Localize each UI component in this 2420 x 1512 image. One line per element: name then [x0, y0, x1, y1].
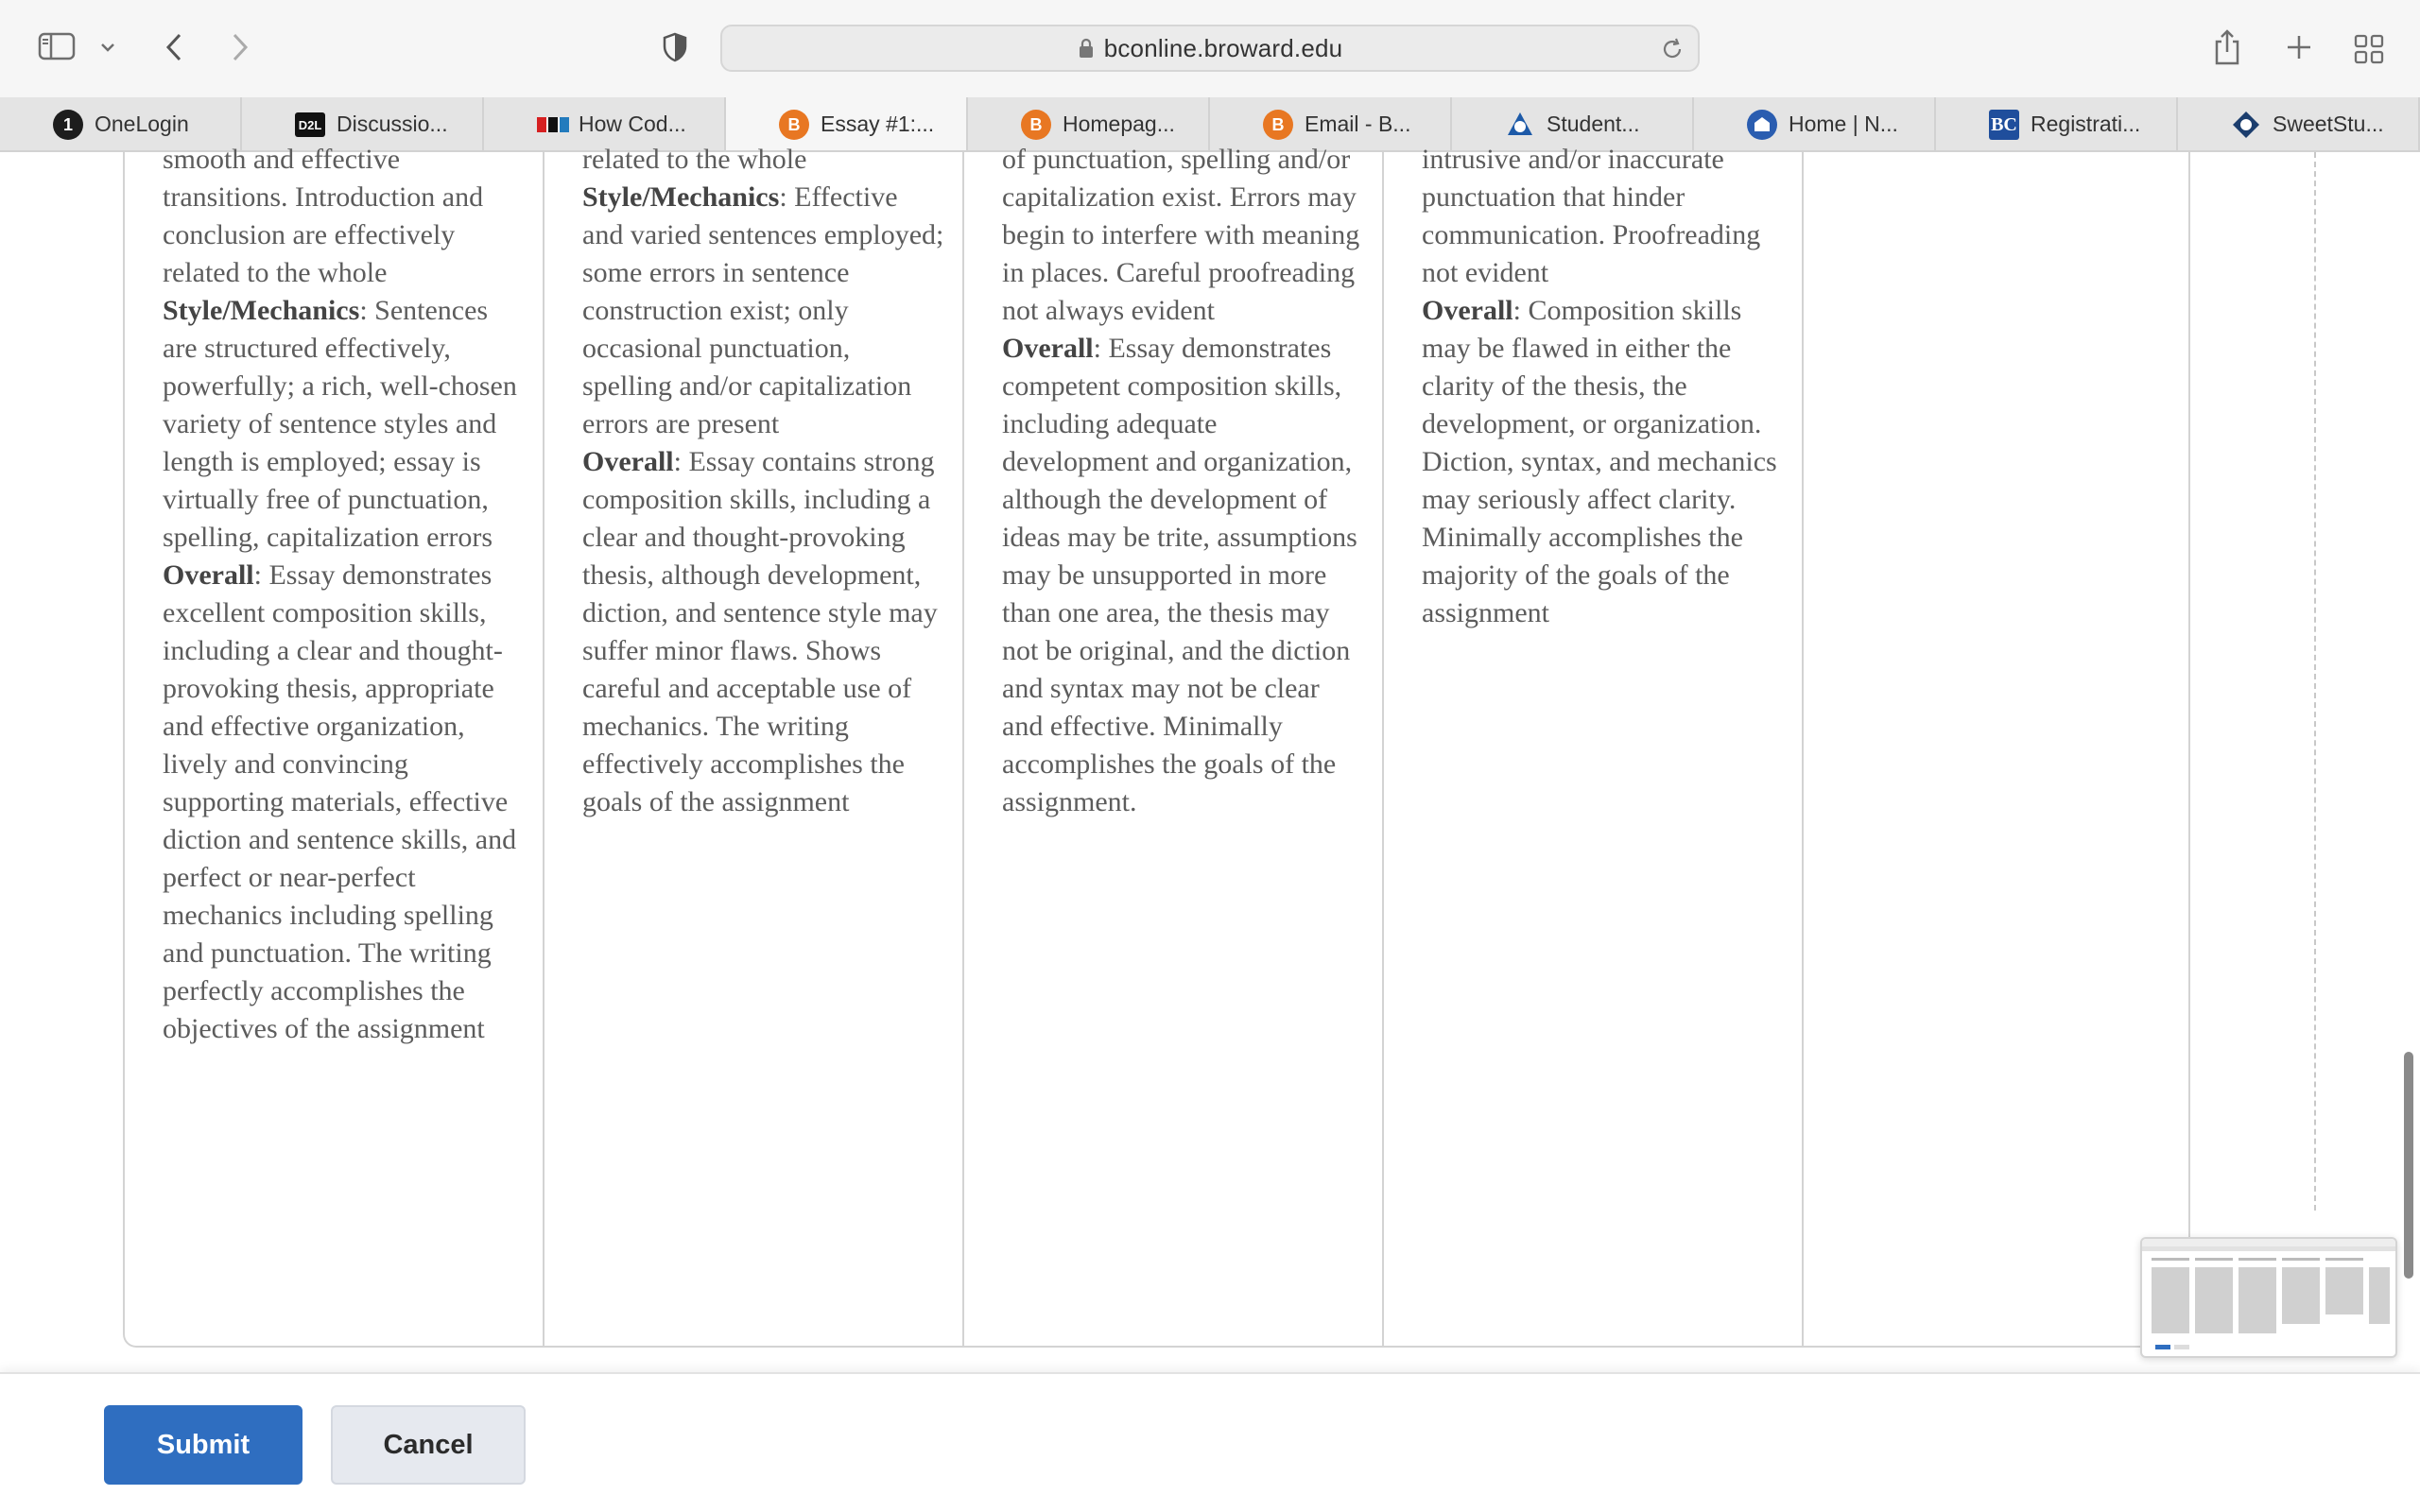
rubric-paragraph: intrusive and/or inaccurate punctuation … — [1422, 141, 1785, 292]
rubric-paragraph: Style/Mechanics: Effective and varied se… — [582, 179, 945, 443]
scrollbar-thumb[interactable] — [2404, 1052, 2413, 1279]
address-bar[interactable]: bconline.broward.edu — [720, 25, 1700, 72]
rubric-description: : Essay contains strong composition skil… — [582, 446, 938, 817]
tab-label: Registrati... — [2031, 111, 2141, 136]
rubric-description: : Essay demonstrates competent compositi… — [1002, 333, 1357, 817]
column-divider — [2314, 152, 2316, 1211]
back-button[interactable] — [153, 26, 195, 68]
tab-label: Discussio... — [337, 111, 448, 136]
rubric-paragraph: related to the whole — [582, 141, 945, 179]
rubric-paragraph: Overall: Composition skills may be flawe… — [1422, 292, 1785, 632]
sweetstudy-icon — [2231, 110, 2261, 140]
rubric-cell-level-5 — [1804, 152, 2190, 1346]
npr-icon — [537, 117, 569, 132]
sidebar-toggle-icon[interactable] — [36, 30, 78, 62]
rubric-description: : Sentences are structured effectively, … — [163, 295, 517, 553]
rubric-paragraph: Overall: Essay demonstrates excellent co… — [163, 557, 526, 1048]
d2l-icon: D2L — [295, 112, 325, 137]
rubric-description: intrusive and/or inaccurate punctuation … — [1422, 144, 1761, 288]
rubric-paragraph: of punctuation, spelling and/or capitali… — [1002, 141, 1365, 330]
reload-icon[interactable] — [1660, 37, 1685, 66]
tab-label: Student... — [1547, 111, 1640, 136]
tab-label: OneLogin — [95, 111, 189, 136]
rubric-paragraph: Style/Mechanics: Sentences are structure… — [163, 292, 526, 557]
rubric-paragraph: smooth and effective transitions. Introd… — [163, 141, 526, 292]
rubric-cell-level-4: intrusive and/or inaccurate punctuation … — [1384, 144, 1804, 1346]
form-footer: Submit Cancel — [0, 1372, 2420, 1512]
page-thumbnail-preview[interactable] — [2140, 1237, 2397, 1358]
cancel-button[interactable]: Cancel — [331, 1405, 526, 1485]
brightspace-icon: B — [779, 110, 809, 140]
rubric-cell-level-2: related to the whole Style/Mechanics: Eff… — [544, 144, 964, 1346]
brightspace-icon: B — [1263, 110, 1293, 140]
page-content: smooth and effective transitions. Introd… — [0, 144, 2420, 1362]
brightspace-icon: B — [1021, 110, 1051, 140]
rubric-cell-level-3: of punctuation, spelling and/or capitali… — [964, 144, 1384, 1346]
bc-icon: BC — [1989, 110, 2019, 140]
privacy-shield-icon[interactable] — [656, 28, 694, 66]
lock-icon — [1078, 37, 1095, 60]
tab-label: Essay #1:... — [821, 111, 935, 136]
rubric-criterion-label: Overall — [1422, 295, 1513, 326]
browser-toolbar: bconline.broward.edu — [0, 0, 2420, 97]
rubric-description: smooth and effective transitions. Introd… — [163, 144, 484, 288]
rubric-description: of punctuation, spelling and/or capitali… — [1002, 144, 1360, 326]
rubric-description: : Composition skills may be flawed in ei… — [1422, 295, 1777, 628]
tab-overview-icon[interactable] — [2348, 28, 2390, 70]
tab-label: SweetStu... — [2273, 111, 2384, 136]
chevron-down-icon[interactable] — [95, 36, 121, 59]
tab-label: Homepag... — [1063, 111, 1175, 136]
student-icon — [1505, 110, 1535, 140]
rubric-table: smooth and effective transitions. Introd… — [123, 144, 2190, 1348]
rubric-paragraph: Overall: Essay demonstrates competent co… — [1002, 330, 1365, 821]
home-institution-icon — [1747, 110, 1777, 140]
rubric-criterion-label: Style/Mechanics — [163, 295, 360, 326]
browser-tab[interactable]: BC Registrati... — [1936, 97, 2178, 150]
rubric-criterion-label: Style/Mechanics — [582, 181, 780, 213]
rubric-cell-level-1: smooth and effective transitions. Introd… — [125, 144, 544, 1346]
rubric-criterion-label: Overall — [163, 559, 254, 591]
browser-tab[interactable]: SweetStu... — [2178, 97, 2420, 150]
url-text: bconline.broward.edu — [1103, 33, 1343, 62]
rubric-description: : Essay demonstrates excellent compositi… — [163, 559, 517, 1044]
forward-button[interactable] — [219, 26, 261, 68]
rubric-paragraph: Overall: Essay contains strong compositi… — [582, 443, 945, 821]
new-tab-icon[interactable] — [2276, 25, 2322, 70]
tab-label: Home | N... — [1789, 111, 1898, 136]
rubric-description: related to the whole — [582, 144, 807, 175]
tab-label: How Cod... — [579, 111, 686, 136]
submit-button[interactable]: Submit — [104, 1405, 302, 1485]
tab-label: Email - B... — [1305, 111, 1411, 136]
share-icon[interactable] — [2208, 25, 2246, 70]
rubric-criterion-label: Overall — [582, 446, 674, 477]
rubric-criterion-label: Overall — [1002, 333, 1094, 364]
onelogin-icon: 1 — [53, 110, 83, 140]
rubric-description: : Effective and varied sentences employe… — [582, 181, 944, 439]
